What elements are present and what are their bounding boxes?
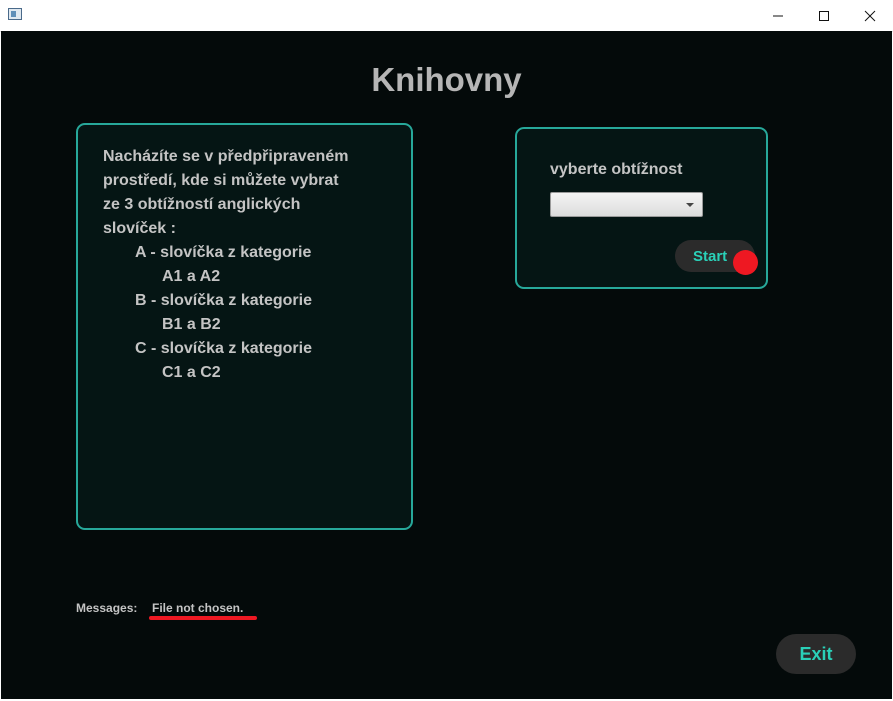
level-b-label: B - slovíčka z kategorie [135, 292, 312, 309]
info-panel: Nacházíte se v předpřipraveném prostředí… [76, 123, 413, 530]
app-client-area: Knihovny Nacházíte se v předpřipraveném … [1, 31, 892, 699]
intro-line: Nacházíte se v předpřipraveném [103, 148, 349, 165]
annotation-red-underline [149, 616, 257, 620]
minimize-icon [773, 15, 783, 17]
chevron-down-icon [686, 203, 694, 207]
app-icon [8, 8, 22, 20]
annotation-red-dot [733, 250, 758, 275]
level-a-range: A1 a A2 [162, 268, 221, 285]
difficulty-label: vyberte obtížnost [550, 161, 683, 178]
intro-line: prostředí, kde si můžete vybrat [103, 172, 339, 189]
intro-line: slovíček : [103, 220, 176, 237]
intro-line: ze 3 obtížností anglických [103, 196, 301, 213]
maximize-button[interactable] [801, 0, 847, 31]
messages-label: Messages: [76, 601, 138, 615]
page-title: Knihovny [371, 61, 522, 98]
info-text: Nacházíte se v předpřipraveném prostředí… [103, 145, 403, 385]
window-titlebar [0, 0, 893, 32]
close-button[interactable] [847, 0, 893, 31]
maximize-icon [819, 11, 829, 21]
minimize-button[interactable] [755, 0, 801, 31]
level-b-range: B1 a B2 [162, 316, 221, 333]
difficulty-panel: vyberte obtížnost Start [515, 127, 768, 289]
close-icon [864, 10, 876, 22]
level-a-label: A - slovíčka z kategorie [135, 244, 312, 261]
start-button-label: Start [693, 248, 728, 265]
difficulty-select[interactable] [550, 192, 703, 217]
messages-text: File not chosen. [152, 601, 244, 615]
exit-button-label: Exit [799, 644, 833, 664]
exit-button[interactable]: Exit [776, 634, 856, 674]
level-c-range: C1 a C2 [162, 364, 221, 381]
level-c-label: C - slovíčka z kategorie [135, 340, 312, 357]
